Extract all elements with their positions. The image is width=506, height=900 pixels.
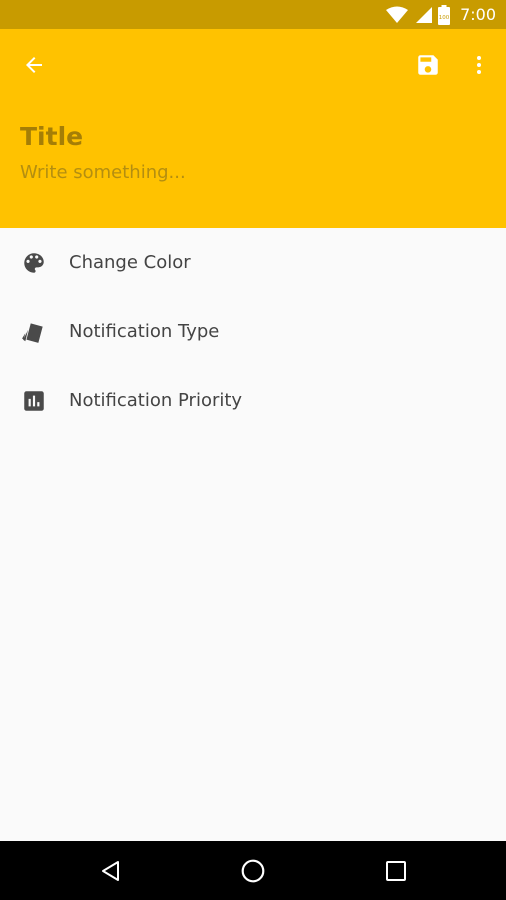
menu-item-change-color[interactable]: Change Color bbox=[0, 228, 506, 297]
nav-recents-button[interactable] bbox=[366, 841, 426, 900]
menu-item-notification-type[interactable]: Notification Type bbox=[0, 297, 506, 366]
body-input[interactable]: Write something... bbox=[20, 159, 480, 187]
save-button[interactable] bbox=[406, 47, 450, 83]
palette-icon bbox=[21, 250, 47, 276]
options-menu: Change Color Notification Type Notificat… bbox=[0, 228, 506, 435]
save-icon bbox=[418, 55, 438, 75]
status-icons: 100 7:00 bbox=[386, 0, 496, 29]
note-header: Title Write something... bbox=[0, 29, 506, 228]
wifi-icon bbox=[386, 6, 409, 24]
signal-icon bbox=[414, 6, 433, 24]
nav-back-icon bbox=[102, 860, 119, 881]
more-vert-icon bbox=[477, 56, 481, 74]
nav-back-button[interactable] bbox=[81, 841, 141, 900]
nav-recents-icon bbox=[386, 860, 406, 881]
menu-item-label: Change Color bbox=[69, 252, 191, 273]
arrow-back-icon bbox=[26, 57, 42, 73]
nav-home-button[interactable] bbox=[223, 841, 283, 900]
status-time: 7:00 bbox=[460, 5, 496, 24]
more-options-button[interactable] bbox=[462, 47, 496, 83]
title-input[interactable]: Title bbox=[20, 118, 480, 156]
battery-icon: 100 bbox=[438, 4, 451, 25]
menu-item-label: Notification Priority bbox=[69, 390, 243, 411]
status-bar: 100 7:00 bbox=[0, 0, 506, 29]
menu-item-label: Notification Type bbox=[69, 321, 220, 342]
back-button[interactable] bbox=[14, 49, 54, 81]
battery-level-text: 100 bbox=[439, 15, 450, 21]
cards-icon bbox=[21, 319, 47, 345]
note-editor-screen: 100 7:00 Title Write something... Change… bbox=[0, 0, 506, 900]
menu-item-notification-priority[interactable]: Notification Priority bbox=[0, 366, 506, 435]
bar-chart-icon bbox=[21, 388, 47, 414]
nav-home-icon bbox=[241, 859, 265, 882]
navigation-bar bbox=[0, 841, 506, 900]
